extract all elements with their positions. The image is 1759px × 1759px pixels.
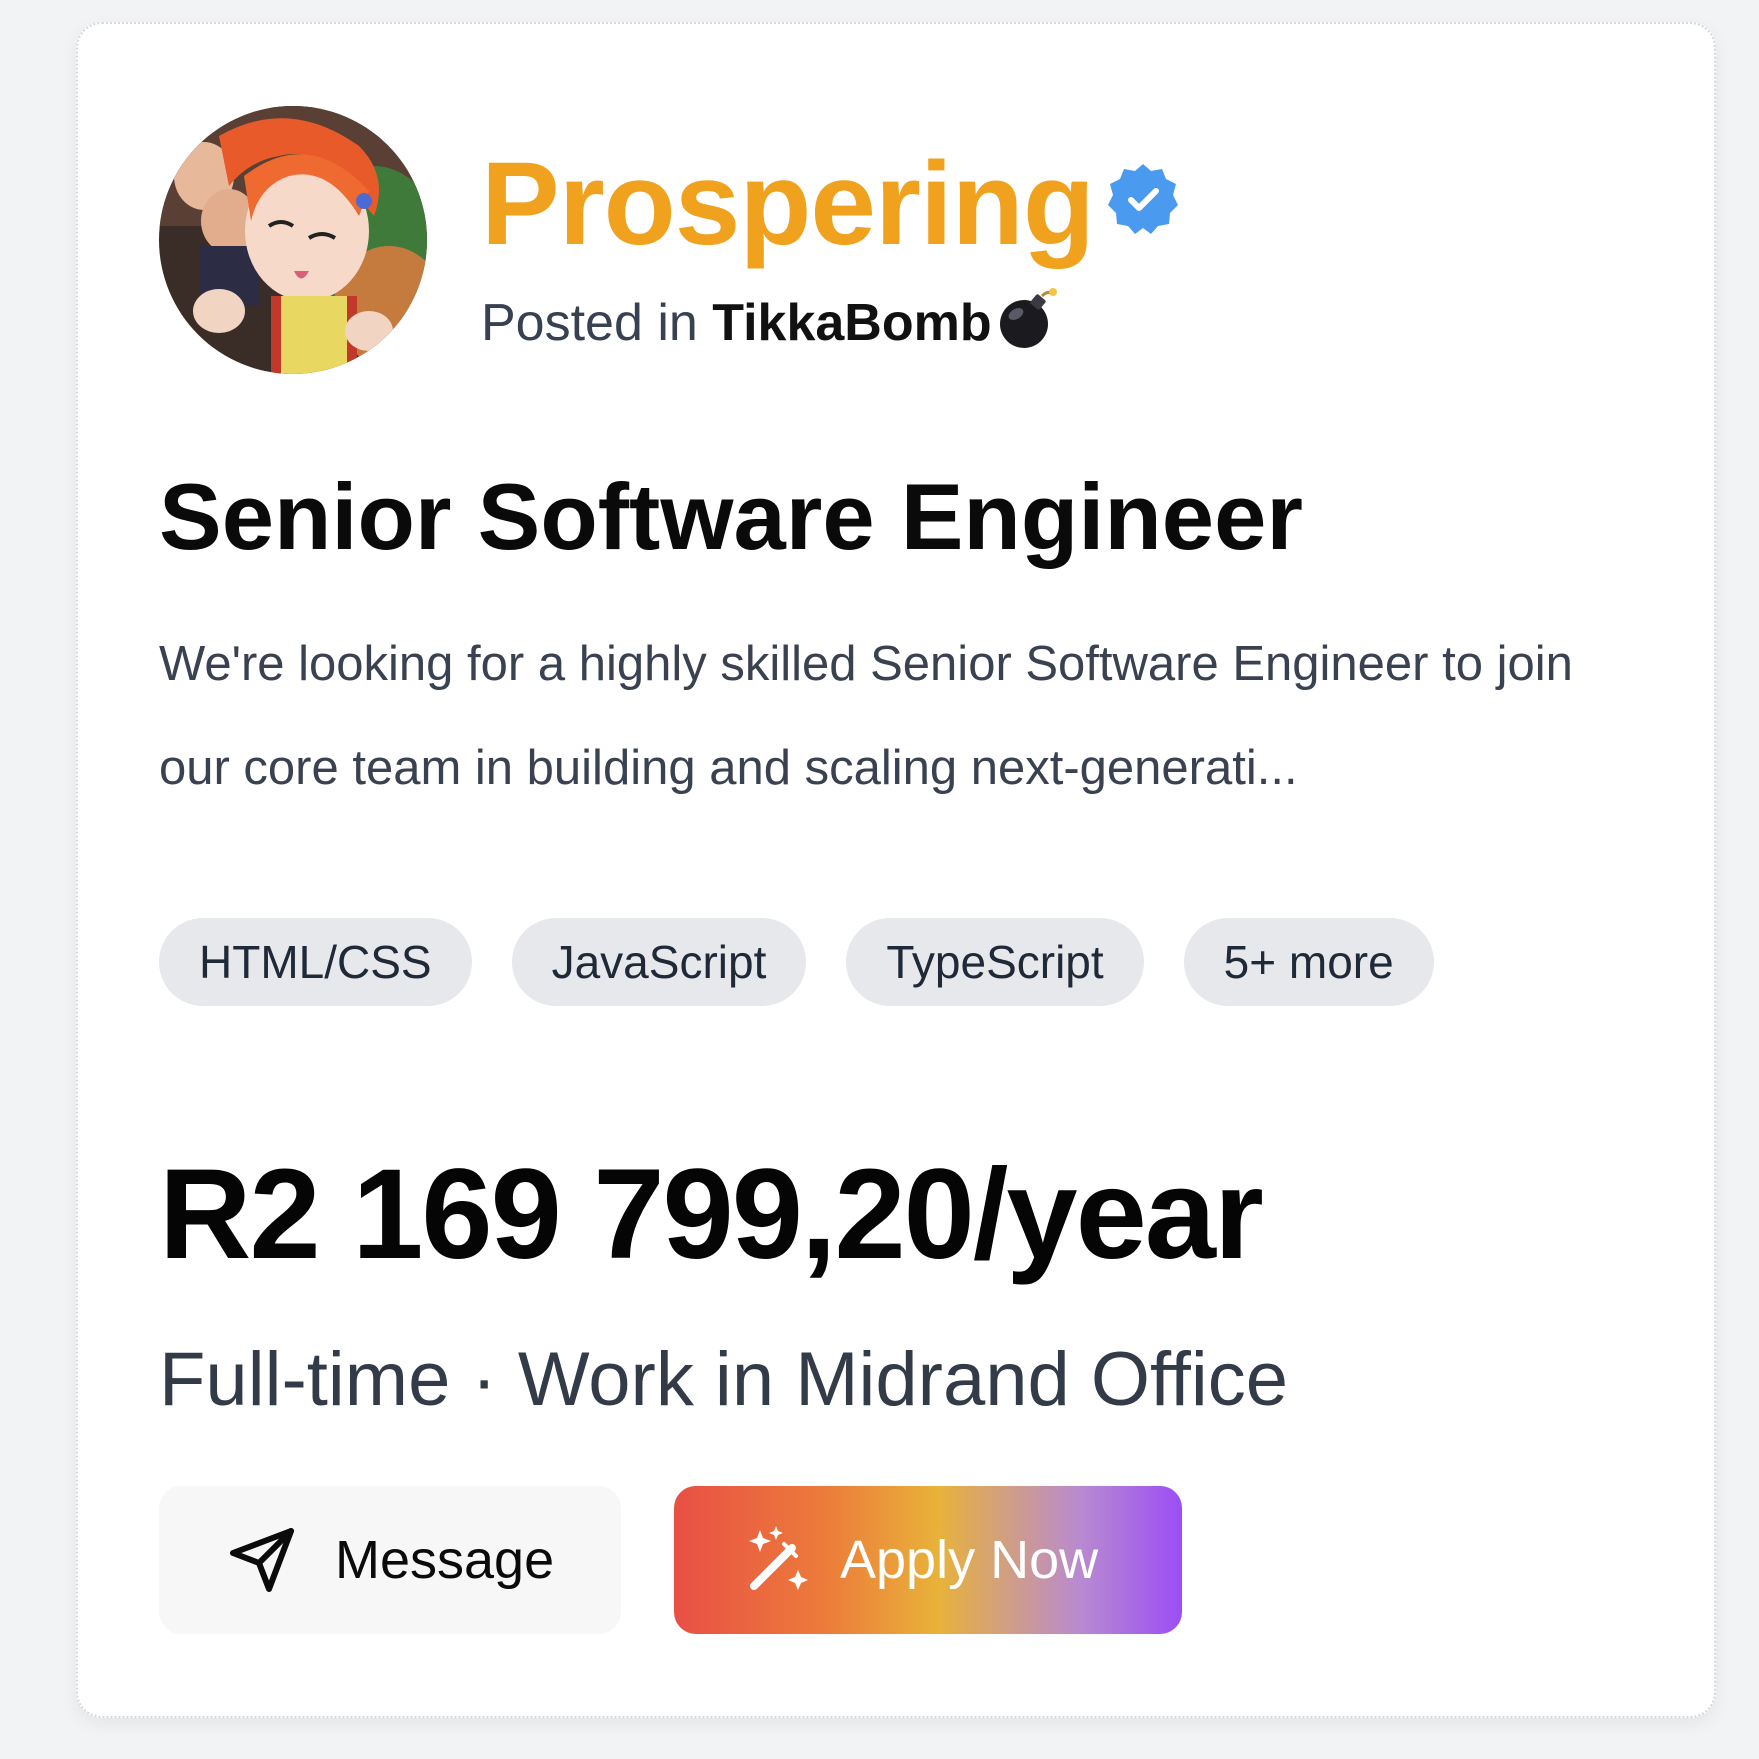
apply-now-button-label: Apply Now <box>840 1530 1099 1590</box>
skill-tag[interactable]: JavaScript <box>511 918 807 1006</box>
posted-prefix: Posted in <box>481 294 698 352</box>
skill-tags: HTML/CSS JavaScript TypeScript 5+ more <box>159 918 1434 1006</box>
verified-badge-icon <box>1108 164 1178 234</box>
more-skills-tag[interactable]: 5+ more <box>1183 918 1434 1006</box>
salary: R2 169 799,20/year <box>159 1143 1264 1286</box>
message-button-label: Message <box>335 1530 555 1590</box>
skill-tag[interactable]: HTML/CSS <box>159 918 472 1006</box>
job-title[interactable]: Senior Software Engineer <box>159 462 1303 572</box>
bomb-icon <box>999 288 1057 348</box>
company-name[interactable]: TikkaBomb <box>712 294 991 352</box>
skill-tag[interactable]: TypeScript <box>846 918 1144 1006</box>
avatar[interactable] <box>159 106 427 374</box>
job-type-location: Full-time · Work in Midrand Office <box>159 1337 1289 1422</box>
send-icon <box>230 1528 294 1592</box>
apply-now-button[interactable]: Apply Now <box>674 1486 1182 1634</box>
posted-in-line: Posted in TikkaBomb <box>481 286 1060 354</box>
job-description: We're looking for a highly skilled Senio… <box>159 637 1573 795</box>
poster-name[interactable]: Prospering <box>481 134 1095 274</box>
magic-wand-icon <box>749 1526 808 1590</box>
message-button[interactable]: Message <box>159 1486 621 1634</box>
